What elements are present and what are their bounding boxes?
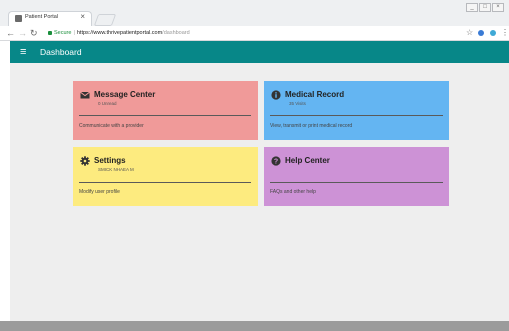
url-path: /dashboard [162,30,190,36]
extension-icon[interactable] [478,30,484,36]
favicon-icon [15,15,22,22]
card-divider [270,182,443,183]
card-medical-record[interactable]: Medical Record 35 Visits View, transmit … [264,81,449,140]
card-settings[interactable]: Settings SMICK NHAEA M Modify user profi… [73,147,258,206]
card-title: Message Center [94,90,156,99]
browser-tab[interactable]: Patient Portal × [8,11,92,26]
page-left-margin [0,41,10,321]
close-window-icon[interactable]: × [492,3,504,12]
card-subtitle: SMICK NHAEA M [98,167,134,172]
tab-title: Patient Portal [25,14,59,20]
extension-icon[interactable] [490,30,496,36]
card-description: View, transmit or print medical record [270,123,353,129]
reload-icon[interactable]: ↻ [30,27,38,39]
address-bar[interactable]: Secure | https://www.thrivepatientportal.c… [48,28,458,38]
card-divider [79,182,251,183]
hamburger-menu-icon[interactable]: ≡ [20,45,26,59]
bookmark-star-icon[interactable]: ☆ [466,27,473,39]
secure-label: Secure [54,30,72,36]
card-subtitle: 0 Unread [98,101,117,106]
card-title: Medical Record [285,90,345,99]
browser-menu-icon[interactable]: ⋮ [501,27,509,39]
info-circle-icon [271,90,281,100]
forward-icon[interactable]: → [18,27,27,39]
minimize-icon[interactable]: _ [466,3,478,12]
url-host: www.thrivepatientportal.com [93,30,163,36]
bottom-bar [0,321,509,331]
url-prefix: https:// [76,30,94,36]
new-tab-button[interactable] [93,14,117,26]
browser-toolbar: ← → ↻ Secure | https://www.thrivepatientpo… [0,26,509,41]
maximize-icon[interactable]: □ [479,3,491,12]
card-message-center[interactable]: Message Center 0 Unread Communicate with… [73,81,258,140]
envelope-icon [80,91,90,99]
card-title: Help Center [285,156,330,165]
svg-text:?: ? [274,159,278,166]
card-description: Communicate with a provider [79,123,144,129]
card-description: FAQs and other help [270,189,316,195]
card-description: Modify user profile [79,189,120,195]
card-divider [79,115,251,116]
card-divider [270,115,443,116]
tab-close-icon[interactable]: × [80,12,85,22]
url-separator: | [73,30,75,36]
page-title: Dashboard [40,47,82,57]
browser-tab-strip: Patient Portal × _ □ × [0,0,509,26]
card-title: Settings [94,156,126,165]
lock-icon [48,30,52,35]
back-icon[interactable]: ← [6,27,15,39]
card-help-center[interactable]: ? Help Center FAQs and other help [264,147,449,206]
card-subtitle: 35 Visits [289,101,306,106]
dashboard-content: Message Center 0 Unread Communicate with… [10,63,509,321]
help-circle-icon: ? [271,156,281,166]
app-header: ≡ Dashboard [10,41,509,63]
gear-icon [80,156,90,166]
